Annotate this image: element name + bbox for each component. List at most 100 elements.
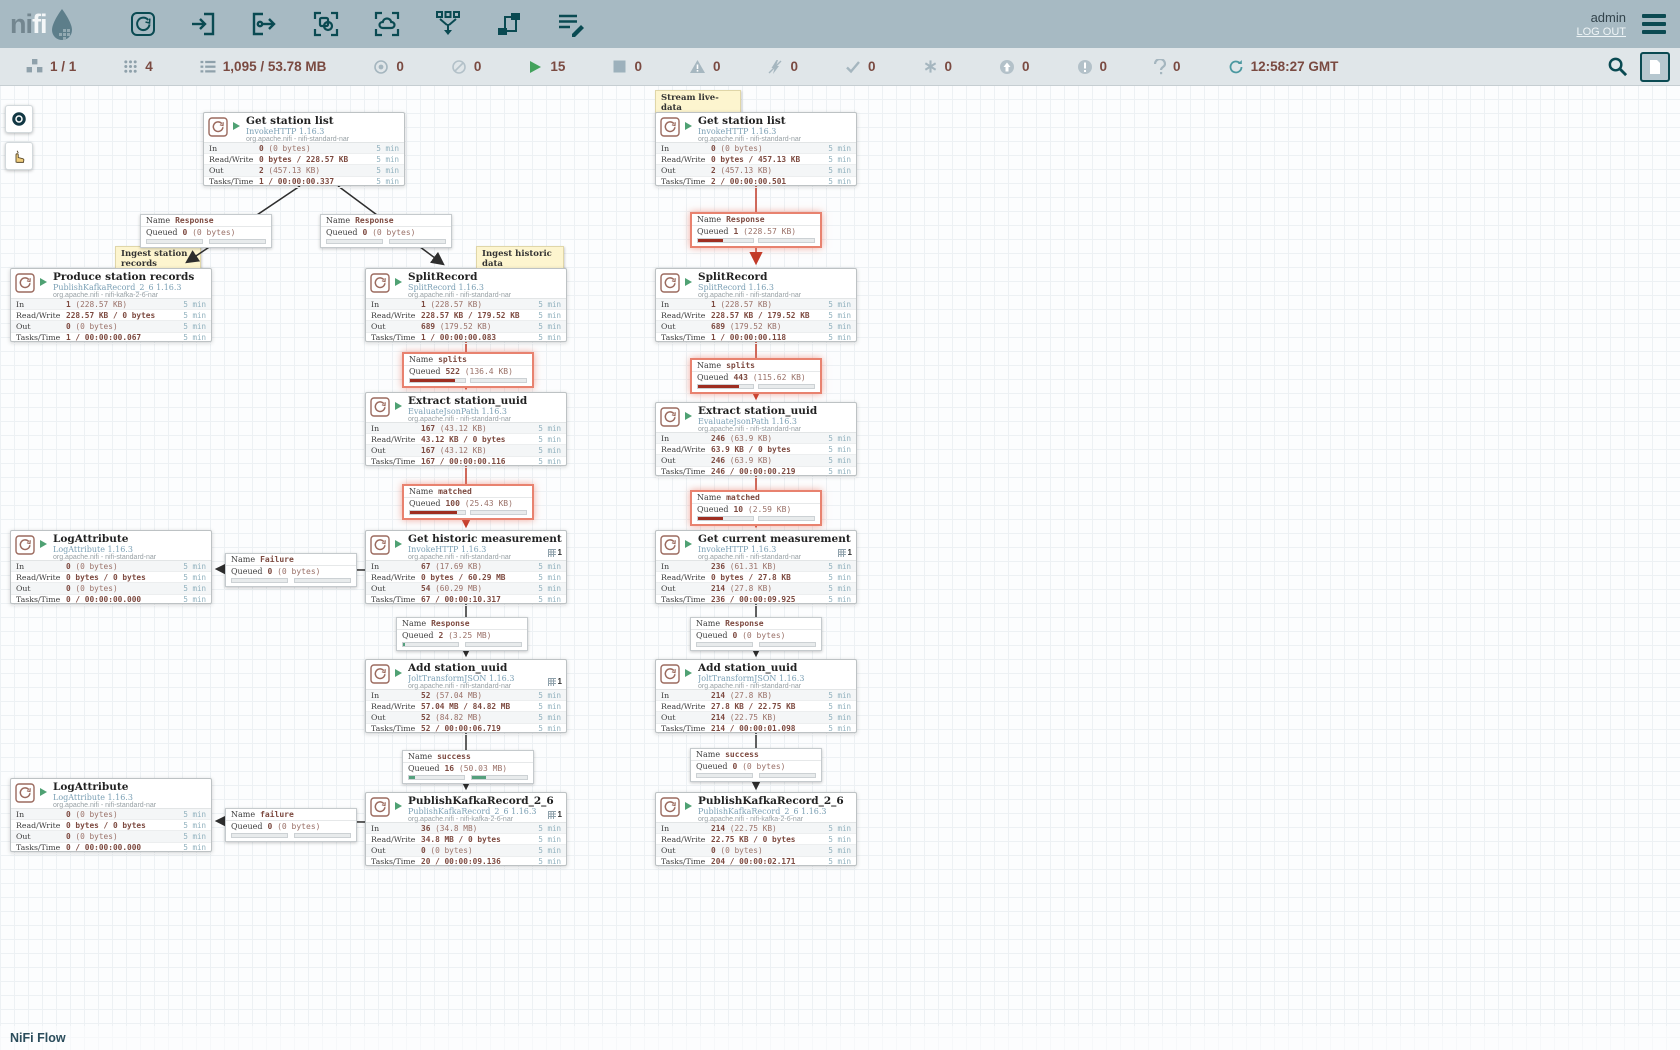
- stat-value: 0 / 00:00:00.000: [66, 843, 183, 852]
- processor[interactable]: Produce station records PublishKafkaReco…: [10, 268, 212, 342]
- stat-row: Tasks/Time 1 / 00:00:00.083 5 min: [366, 333, 566, 344]
- connection-label[interactable]: Name failure Queued 0 (0 bytes): [225, 808, 357, 842]
- stat-label: Out: [661, 846, 711, 855]
- global-menu-button[interactable]: [1640, 10, 1668, 38]
- remote-process-group-component-icon[interactable]: [371, 8, 403, 40]
- processor-stats: In 1 (228.57 KB) 5 min Read/Write 228.57…: [366, 298, 566, 344]
- stat-label: Tasks/Time: [371, 857, 421, 866]
- stat-period: 5 min: [538, 824, 561, 833]
- stat-row: Read/Write 27.8 KB / 22.75 KB 5 min: [656, 701, 856, 712]
- connection-queued-key: Queued: [231, 567, 262, 576]
- processor[interactable]: Add station_uuid JoltTransformJSON 1.16.…: [365, 659, 567, 733]
- birdseye-toggle-button[interactable]: [1640, 52, 1670, 82]
- stat-period: 5 min: [538, 446, 561, 455]
- processor[interactable]: Get station list InvokeHTTP 1.16.3 org.a…: [655, 112, 857, 186]
- backpressure-size-bar: [209, 239, 266, 244]
- processor-bundle: org.apache.nifi - nifi-standard-nar: [408, 683, 514, 691]
- processor[interactable]: Extract station_uuid EvaluateJsonPath 1.…: [365, 392, 567, 466]
- stat-period: 5 min: [183, 311, 206, 320]
- stat-label: Out: [371, 713, 421, 722]
- stat-row: Tasks/Time 246 / 00:00:00.219 5 min: [656, 467, 856, 478]
- stat-label: Tasks/Time: [16, 595, 66, 604]
- stat-value: 0 (0 bytes): [421, 846, 538, 855]
- processor-name: Get station list: [246, 116, 349, 127]
- connection-label[interactable]: Name Response Queued 1 (228.57 KB): [690, 212, 822, 248]
- stat-period: 5 min: [183, 573, 206, 582]
- processor[interactable]: Add station_uuid JoltTransformJSON 1.16.…: [655, 659, 857, 733]
- process-group-component-icon[interactable]: [310, 8, 342, 40]
- funnel-component-icon[interactable]: [432, 8, 464, 40]
- connection-label[interactable]: Name success Queued 0 (0 bytes): [690, 748, 822, 782]
- nifi-logo[interactable]: nifi: [10, 6, 75, 42]
- backpressure-size-bar: [758, 238, 815, 243]
- processor[interactable]: Get station list InvokeHTTP 1.16.3 org.a…: [203, 112, 405, 186]
- stat-row: In 67 (17.69 KB) 5 min: [366, 561, 566, 572]
- stat-value: 20 / 00:00:09.136: [421, 857, 538, 866]
- processor[interactable]: PublishKafkaRecord_2_6 PublishKafkaRecor…: [655, 792, 857, 866]
- connection-label[interactable]: Name matched Queued 10 (2.59 KB): [690, 490, 822, 526]
- output-port-component-icon[interactable]: [249, 8, 281, 40]
- stat-value: 22.75 KB / 0 bytes: [711, 835, 828, 844]
- processor-component-icon[interactable]: [127, 8, 159, 40]
- not-transmitting-icon: [451, 59, 467, 75]
- processor[interactable]: SplitRecord SplitRecord 1.16.3 org.apach…: [655, 268, 857, 342]
- processor[interactable]: LogAttribute LogAttribute 1.16.3 org.apa…: [10, 778, 212, 852]
- connection-label[interactable]: Name matched Queued 100 (25.43 KB): [402, 484, 534, 520]
- search-button[interactable]: [1607, 56, 1628, 77]
- stat-row: Tasks/Time 0 / 00:00:00.000 5 min: [11, 843, 211, 854]
- connection-label[interactable]: Name success Queued 16 (50.03 MB): [402, 750, 534, 784]
- processor-icon: [660, 797, 680, 817]
- connection-label[interactable]: Name splits Queued 443 (115.62 KB): [690, 358, 822, 394]
- stat-period: 5 min: [538, 300, 561, 309]
- stat-value: 0 (0 bytes): [711, 144, 828, 153]
- running-status-icon: [40, 788, 47, 796]
- input-port-component-icon[interactable]: [188, 8, 220, 40]
- stat-row: Out 0 (0 bytes) 5 min: [11, 321, 211, 332]
- connection-label[interactable]: Name Response Queued 0 (0 bytes): [320, 214, 452, 248]
- stat-value: 27.8 KB / 22.75 KB: [711, 702, 828, 711]
- breadcrumb-root[interactable]: NiFi Flow: [10, 1031, 66, 1045]
- stat-value: 0 bytes / 228.57 KB: [259, 155, 376, 164]
- connection-name-value: Response: [726, 215, 765, 224]
- logout-link[interactable]: LOG OUT: [1576, 26, 1626, 38]
- backpressure-size-bar: [465, 642, 522, 647]
- processor[interactable]: Get historic measurements InvokeHTTP 1.1…: [365, 530, 567, 604]
- processor-bundle: org.apache.nifi - nifi-standard-nar: [246, 136, 349, 144]
- stat-value: 2 / 00:00:00.501: [711, 177, 828, 186]
- processor[interactable]: Extract station_uuid EvaluateJsonPath 1.…: [655, 402, 857, 476]
- processor[interactable]: LogAttribute LogAttribute 1.16.3 org.apa…: [10, 530, 212, 604]
- running-status-icon: [685, 412, 692, 420]
- backpressure-bars: [141, 238, 271, 247]
- stat-label: Read/Write: [371, 435, 421, 444]
- processor[interactable]: SplitRecord SplitRecord 1.16.3 org.apach…: [365, 268, 567, 342]
- tasks-grid-icon: [548, 678, 556, 686]
- status-locally-modified-stale: 0: [1077, 59, 1108, 75]
- stat-period: 5 min: [538, 857, 561, 866]
- processor[interactable]: PublishKafkaRecord_2_6 PublishKafkaRecor…: [365, 792, 567, 866]
- processor-type: PublishKafkaRecord_2_6 1.16.3: [408, 807, 554, 816]
- stat-row: Out 0 (0 bytes) 5 min: [11, 583, 211, 594]
- connection-queued-key: Queued: [231, 822, 262, 831]
- stat-value: 0 (0 bytes): [66, 322, 183, 331]
- connection-label[interactable]: Name splits Queued 522 (136.4 KB): [402, 352, 534, 388]
- stat-value: 1 (228.57 KB): [711, 300, 828, 309]
- connection-queued-key: Queued: [146, 228, 177, 237]
- processor[interactable]: Get current measurement InvokeHTTP 1.16.…: [655, 530, 857, 604]
- label-component-icon[interactable]: [554, 8, 586, 40]
- stat-period: 5 min: [538, 595, 561, 604]
- operate-palette-button[interactable]: [5, 142, 33, 170]
- stat-label: In: [209, 144, 259, 153]
- status-last-refresh[interactable]: 12:58:27 GMT: [1228, 59, 1339, 75]
- connection-label[interactable]: Name Failure Queued 0 (0 bytes): [225, 553, 357, 587]
- stat-label: Tasks/Time: [661, 177, 711, 186]
- backpressure-size-bar: [759, 773, 816, 778]
- template-component-icon[interactable]: [493, 8, 525, 40]
- connection-label[interactable]: Name Response Queued 0 (0 bytes): [690, 617, 822, 651]
- active-tasks-badge: 1: [548, 810, 562, 819]
- stat-period: 5 min: [183, 584, 206, 593]
- connection-label[interactable]: Name Response Queued 2 (3.25 MB): [396, 617, 528, 651]
- connection-label[interactable]: Name Response Queued 0 (0 bytes): [140, 214, 272, 248]
- stat-row: Out 2 (457.13 KB) 5 min: [204, 165, 404, 176]
- status-transmitting: 0: [373, 59, 404, 75]
- navigate-palette-button[interactable]: [5, 105, 33, 133]
